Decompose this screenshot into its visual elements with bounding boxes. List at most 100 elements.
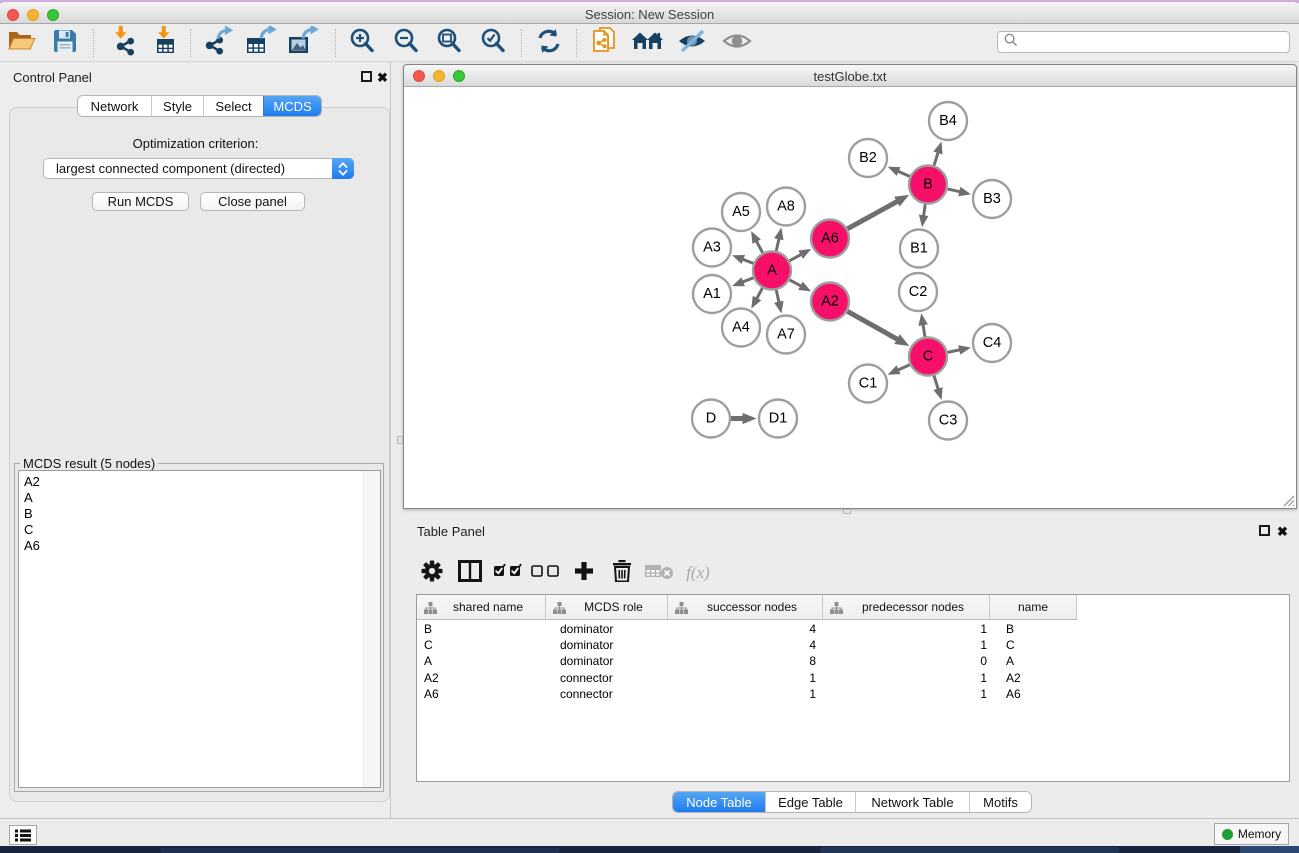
table-cell[interactable]: connector [560, 670, 666, 686]
mcds-result-item[interactable]: B [19, 506, 359, 522]
table-cell[interactable]: 1 [826, 621, 987, 637]
graph-edge-C-C4[interactable] [948, 350, 962, 353]
table-cell[interactable]: C [424, 637, 543, 653]
tab-style[interactable]: Style [151, 96, 203, 116]
table-cell[interactable]: B [424, 621, 543, 637]
fx-button[interactable]: f(x) [679, 557, 717, 589]
graph-node-B2[interactable]: B2 [849, 139, 887, 177]
table-panel-float-button[interactable] [1259, 525, 1270, 536]
column-header-name[interactable]: name [990, 595, 1077, 619]
table-cell[interactable]: dominator [560, 621, 666, 637]
tab-node-table[interactable]: Node Table [673, 792, 765, 812]
mcds-result-item[interactable]: A2 [19, 474, 359, 490]
save-session-button[interactable] [47, 27, 83, 59]
graph-edge-A-A8[interactable] [776, 237, 779, 251]
table-cell[interactable]: 1 [826, 637, 987, 653]
table-cell[interactable]: 1 [670, 670, 816, 686]
export-image-button[interactable] [286, 27, 322, 59]
table-cell[interactable]: A6 [1006, 686, 1079, 702]
graph-edge-A-A7[interactable] [776, 290, 779, 304]
graph-node-D1[interactable]: D1 [759, 400, 797, 438]
columns-button[interactable] [451, 557, 489, 589]
graph-node-C3[interactable]: C3 [929, 402, 967, 440]
table-cell[interactable]: A2 [1006, 670, 1079, 686]
graph-edge-A-A2[interactable] [790, 280, 803, 287]
graph-node-C1[interactable]: C1 [849, 365, 887, 403]
zoom-selected-button[interactable] [475, 27, 511, 59]
graph-node-B4[interactable]: B4 [929, 102, 967, 140]
tab-motifs[interactable]: Motifs [969, 792, 1031, 812]
table-panel-close-button[interactable]: ✖ [1277, 526, 1288, 537]
graph-node-A5[interactable]: A5 [722, 193, 760, 231]
resize-grip-icon[interactable] [1282, 494, 1295, 507]
zoom-in-button[interactable] [344, 27, 380, 59]
trash-button[interactable] [603, 557, 641, 589]
table-row-A[interactable]: Adominator80 A [417, 653, 1289, 669]
graph-node-D[interactable]: D [692, 400, 730, 438]
graph-edge-A-A6[interactable] [790, 254, 803, 261]
control-panel-close-button[interactable]: ✖ [377, 72, 388, 83]
graph-node-A8[interactable]: A8 [767, 188, 805, 226]
uncheck-pair-button[interactable] [527, 557, 565, 589]
mcds-result-item[interactable]: C [19, 522, 359, 538]
tab-network[interactable]: Network [78, 96, 151, 116]
graph-node-B1[interactable]: B1 [900, 230, 938, 268]
search-input[interactable] [1018, 33, 1289, 51]
table-row-A6[interactable]: A6connector11A6 [417, 686, 1289, 702]
tab-network-table[interactable]: Network Table [855, 792, 969, 812]
column-header-predecessor-nodes[interactable]: predecessor nodes [823, 595, 990, 619]
mcds-result-scrollbar[interactable] [363, 471, 380, 787]
graph-node-B[interactable]: B [909, 166, 947, 204]
import-network-button[interactable] [104, 27, 140, 59]
graph-edge-A6-B[interactable] [848, 201, 899, 229]
table-cell[interactable]: dominator [560, 637, 666, 653]
graph-node-A2[interactable]: A2 [811, 283, 849, 321]
network-canvas[interactable]: B4B2BB3A5A8A6A3B1AA1C2A2A4A7C4CC1C3DD1 [404, 87, 1296, 508]
run-mcds-button[interactable]: Run MCDS [92, 192, 189, 211]
graph-node-C4[interactable]: C4 [973, 324, 1011, 362]
plus-button[interactable] [565, 557, 603, 589]
table-cell[interactable]: A6 [424, 686, 543, 702]
table-cell[interactable]: dominator [560, 653, 666, 669]
tab-mcds[interactable]: MCDS [263, 96, 321, 116]
graph-edge-A-A5[interactable] [756, 240, 763, 253]
table-cell[interactable]: A2 [424, 670, 543, 686]
zoom-fit-button[interactable] [431, 27, 467, 59]
zoom-out-button[interactable] [388, 27, 424, 59]
task-history-button[interactable] [9, 825, 37, 845]
table-cell[interactable]: 1 [826, 670, 987, 686]
gear-button[interactable] [413, 557, 451, 589]
table-cell[interactable]: B [1006, 621, 1079, 637]
column-header-successor-nodes[interactable]: successor nodes [668, 595, 823, 619]
graph-node-A[interactable]: A [753, 252, 791, 290]
graph-edge-B-B4[interactable] [934, 151, 939, 165]
graph-node-A1[interactable]: A1 [693, 275, 731, 313]
table-cell[interactable]: A [1006, 653, 1079, 669]
memory-indicator[interactable]: Memory [1214, 823, 1289, 845]
table-row-B[interactable]: Bdominator41B [417, 621, 1289, 637]
export-network-button[interactable] [202, 27, 238, 59]
table-cell[interactable]: 1 [826, 686, 987, 702]
open-file-button[interactable] [4, 27, 40, 59]
table-delete-button[interactable] [641, 557, 679, 589]
column-header-shared-name[interactable]: shared name [417, 595, 546, 619]
session-docs-button[interactable] [588, 27, 624, 59]
graph-node-C[interactable]: C [909, 338, 947, 376]
refresh-button[interactable] [531, 27, 567, 59]
graph-edge-A-A4[interactable] [756, 288, 762, 300]
graph-edge-C-C3[interactable] [934, 376, 939, 391]
graph-node-C2[interactable]: C2 [899, 273, 937, 311]
graph-node-A4[interactable]: A4 [722, 309, 760, 347]
close-panel-button[interactable]: Close panel [200, 192, 305, 211]
table-cell[interactable]: 8 [670, 653, 816, 669]
table-cell[interactable]: 0 [826, 653, 987, 669]
graph-edge-C-C1[interactable] [897, 365, 910, 371]
criterion-select[interactable]: largest connected component (directed) [43, 158, 354, 179]
graph-node-A3[interactable]: A3 [693, 229, 731, 267]
table-cell[interactable]: connector [560, 686, 666, 702]
control-panel-float-button[interactable] [361, 71, 372, 82]
tab-edge-table[interactable]: Edge Table [765, 792, 855, 812]
table-cell[interactable]: A [424, 653, 543, 669]
hide-panel-button[interactable] [674, 27, 710, 59]
graph-edge-B-B2[interactable] [897, 171, 910, 177]
